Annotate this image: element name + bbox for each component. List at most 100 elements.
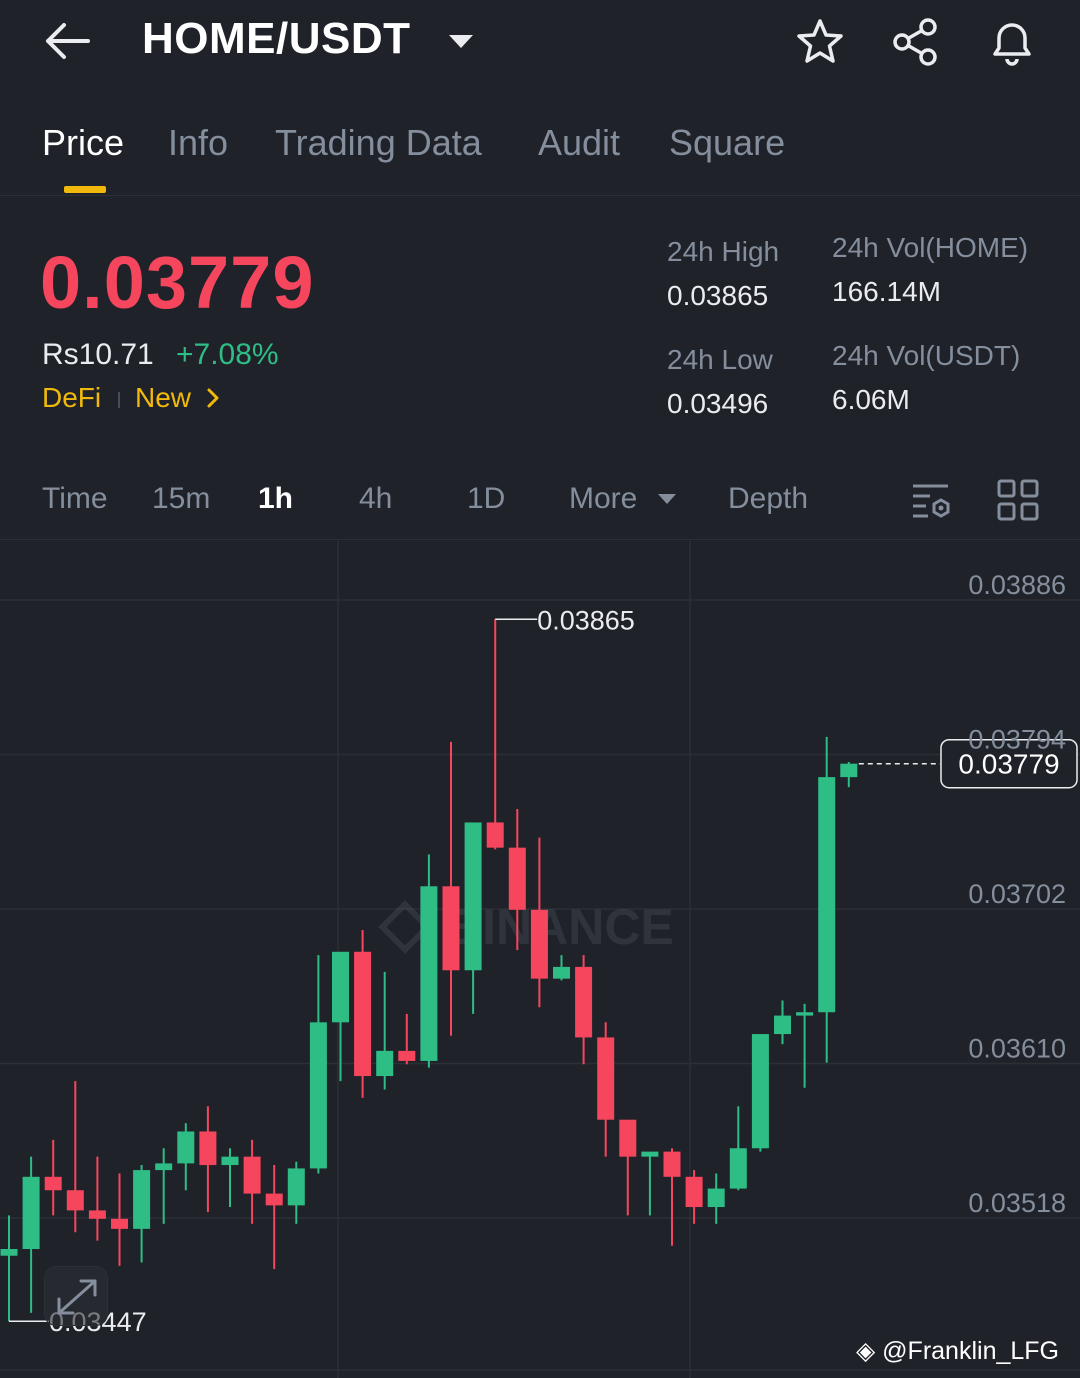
- candle: [309, 955, 327, 1174]
- back-arrow-icon[interactable]: [40, 16, 100, 66]
- candle-body: [177, 1131, 195, 1164]
- creator-watermark: ◈ @Franklin_LFG: [856, 1337, 1059, 1365]
- star-icon[interactable]: [792, 14, 848, 70]
- interval-more[interactable]: More: [569, 482, 637, 516]
- candle: [641, 1151, 659, 1216]
- candle-body: [22, 1176, 40, 1250]
- candle-body: [332, 951, 349, 1023]
- candle: [707, 1173, 725, 1224]
- fullscreen-button[interactable]: [44, 1266, 108, 1326]
- tag-defi[interactable]: DeFi: [42, 382, 101, 414]
- candle: [287, 1161, 305, 1224]
- candle: [0, 1215, 18, 1322]
- vol-quote-label: 24h Vol(USDT): [832, 340, 1021, 371]
- low-label: 24h Low: [667, 344, 773, 375]
- candle-body: [685, 1176, 703, 1208]
- candle: [376, 971, 394, 1090]
- chevron-down-icon[interactable]: [656, 492, 678, 506]
- candle-body: [44, 1176, 62, 1191]
- chevron-down-icon[interactable]: [446, 30, 476, 52]
- candle-body: [199, 1131, 217, 1166]
- candle-body: [309, 1022, 327, 1169]
- tab-audit[interactable]: Audit: [538, 122, 620, 164]
- candle-body: [442, 886, 460, 971]
- candle-body: [354, 951, 372, 1077]
- candle: [243, 1139, 261, 1224]
- candle-body: [88, 1210, 106, 1219]
- candle-body: [641, 1151, 659, 1157]
- candle-body: [243, 1156, 261, 1194]
- fiat-price: Rs10.71: [42, 338, 154, 371]
- chevron-right-icon: [207, 388, 219, 408]
- tag-new-label: New: [135, 382, 192, 413]
- tab-price[interactable]: Price: [42, 122, 124, 164]
- high-label: 24h High: [667, 236, 780, 267]
- interval-time[interactable]: Time: [42, 482, 108, 516]
- y-axis-tick-label: 0.03518: [968, 1188, 1066, 1218]
- vol-base-value: 166.14M: [832, 276, 941, 307]
- candle: [354, 929, 372, 1098]
- candle-body: [553, 966, 570, 979]
- interval-depth[interactable]: Depth: [728, 482, 808, 516]
- candle: [199, 1106, 217, 1213]
- share-icon[interactable]: [888, 14, 944, 70]
- candle-body: [155, 1163, 173, 1171]
- candle-body: [265, 1193, 283, 1206]
- y-axis-tick-label: 0.03702: [968, 879, 1066, 909]
- candlestick-chart[interactable]: BINANCE 0.038650.034470.03779 0.038860.0…: [0, 541, 1080, 1378]
- top-bar: HOME/USDT: [0, 0, 1080, 90]
- grid-layout-icon[interactable]: [996, 478, 1040, 522]
- candle: [486, 619, 504, 850]
- candle-body: [840, 763, 858, 778]
- tab-info[interactable]: Info: [168, 122, 228, 164]
- candle-body: [133, 1170, 151, 1229]
- candle: [221, 1148, 239, 1208]
- candle: [88, 1156, 106, 1241]
- max-price-label: 0.03865: [537, 605, 635, 635]
- candle: [796, 1003, 814, 1088]
- candle: [442, 741, 460, 1036]
- candle: [685, 1170, 703, 1224]
- candle: [111, 1173, 128, 1266]
- candle: [398, 1013, 416, 1065]
- candle-body: [111, 1218, 128, 1229]
- candle-body: [0, 1249, 18, 1256]
- candle: [464, 822, 482, 1014]
- y-axis-tick-label: 0.03794: [968, 725, 1066, 755]
- bell-icon[interactable]: [984, 14, 1040, 70]
- candle: [751, 1034, 769, 1152]
- candle-body: [486, 822, 504, 848]
- candle: [22, 1156, 40, 1313]
- candle: [66, 1081, 84, 1233]
- candle: [575, 955, 593, 1065]
- candle: [332, 951, 349, 1082]
- y-axis-tick-label: 0.03610: [968, 1034, 1066, 1064]
- interval-1d[interactable]: 1D: [467, 482, 505, 516]
- candle-body: [287, 1168, 305, 1206]
- tab-square[interactable]: Square: [669, 122, 785, 164]
- price-change-percent: +7.08%: [176, 338, 279, 371]
- candle-body: [796, 1012, 814, 1016]
- candle-body: [774, 1015, 791, 1035]
- candle-body: [508, 847, 526, 910]
- candle-body: [619, 1119, 637, 1157]
- candle: [553, 955, 570, 981]
- candle: [663, 1148, 681, 1246]
- last-price: 0.03779: [40, 241, 315, 324]
- tab-trading-data[interactable]: Trading Data: [275, 122, 482, 164]
- candle: [840, 762, 858, 788]
- candle-body: [464, 822, 482, 971]
- interval-1h[interactable]: 1h: [258, 482, 293, 516]
- pair-title[interactable]: HOME/USDT: [142, 14, 411, 64]
- interval-4h[interactable]: 4h: [359, 482, 392, 516]
- candle-body: [398, 1050, 416, 1061]
- candle: [177, 1123, 195, 1191]
- low-value: 0.03496: [667, 388, 769, 419]
- candle-body: [575, 966, 593, 1038]
- interval-15m[interactable]: 15m: [152, 482, 210, 516]
- candle-body: [751, 1034, 769, 1149]
- tag-new[interactable]: New: [135, 382, 221, 414]
- candle: [774, 1000, 791, 1045]
- chart-settings-icon[interactable]: [910, 478, 954, 522]
- candle-body: [376, 1050, 394, 1077]
